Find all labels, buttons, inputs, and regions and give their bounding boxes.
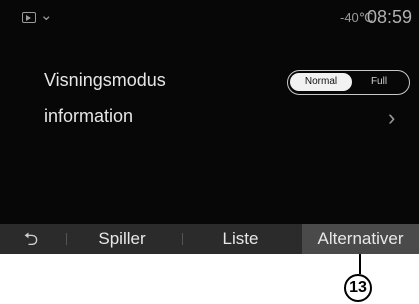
back-arrow-icon: ⮌ <box>23 229 39 249</box>
tab-bar: ⮌ Spiller Liste Alternativer <box>0 224 419 254</box>
callout-number-13: 13 <box>344 274 372 302</box>
toggle-option-normal[interactable]: Normal <box>290 73 352 91</box>
chevron-down-icon[interactable]: ⌄ <box>40 6 53 24</box>
display-mode-label: Visningsmodus <box>44 70 166 90</box>
information-row[interactable]: information › <box>0 98 419 138</box>
infotainment-screen: ⌄ -40℃ 08:59 Visningsmodus Normal Full i… <box>0 0 419 254</box>
tab-player[interactable]: Spiller <box>67 224 177 254</box>
information-label: information <box>44 106 134 126</box>
clock: 08:59 <box>367 7 413 27</box>
tab-list[interactable]: Liste <box>183 224 298 254</box>
display-mode-toggle[interactable]: Normal Full <box>287 70 410 95</box>
tab-options[interactable]: Alternativer <box>302 224 419 254</box>
media-source-icon[interactable] <box>22 12 36 23</box>
back-button[interactable]: ⮌ <box>0 224 62 254</box>
toggle-option-full[interactable]: Full <box>352 73 406 91</box>
chevron-right-icon: › <box>388 105 396 130</box>
display-mode-row: Visningsmodus Normal Full <box>0 62 419 102</box>
status-bar: ⌄ -40℃ 08:59 <box>0 0 419 34</box>
callout-leader-line <box>359 254 361 274</box>
